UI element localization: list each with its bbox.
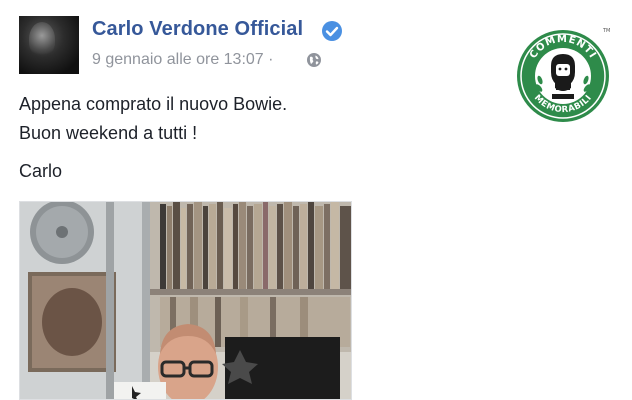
page-name-link[interactable]: Carlo Verdone Official xyxy=(92,18,303,41)
meta-separator: · xyxy=(268,51,274,68)
svg-text:TM: TM xyxy=(602,28,610,34)
post-text-line-2: Buon weekend a tutti ! xyxy=(19,123,198,143)
verified-badge-icon xyxy=(322,21,342,41)
page-avatar[interactable] xyxy=(19,16,79,74)
avatar-figure xyxy=(29,22,55,56)
post-signature: Carlo xyxy=(19,161,63,181)
globe-icon[interactable] xyxy=(306,52,322,68)
post-timestamp[interactable]: 9 gennaio alle ore 13:07 xyxy=(92,51,264,68)
commenti-memorabili-logo: COMMENTI MEMORABILI TM xyxy=(517,28,610,122)
post-meta: 9 gennaio alle ore 13:07 · xyxy=(92,51,273,69)
record-shop-photo xyxy=(20,202,351,399)
post-photo[interactable] xyxy=(19,201,352,400)
post-text-line-1: Appena comprato il nuovo Bowie. xyxy=(19,94,288,114)
